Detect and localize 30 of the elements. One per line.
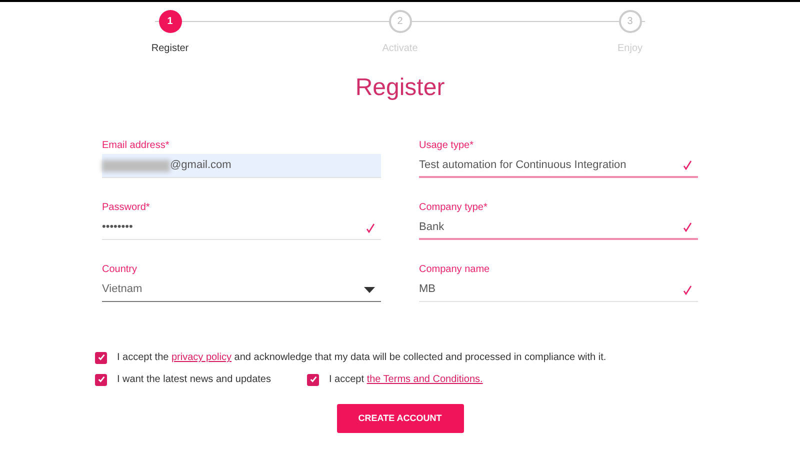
field-label: Usage type*: [419, 139, 474, 153]
dropdown-arrow-icon: [364, 286, 375, 292]
field-value: MB: [419, 282, 436, 298]
create-account-button[interactable]: CREATE ACCOUNT: [336, 404, 464, 433]
consent-text: I accept the privacy policy and acknowledge that my data will be collected and processed in compliance with it.: [117, 351, 606, 365]
checkbox[interactable]: [307, 374, 319, 386]
field-label: Company name: [419, 263, 491, 277]
checkbox[interactable]: [95, 352, 107, 364]
consent-link[interactable]: privacy policy: [171, 352, 232, 363]
step-label: Register: [151, 42, 189, 56]
checkbox[interactable]: [95, 374, 107, 386]
consent-text: I want the latest news and updates: [117, 373, 271, 387]
input-field[interactable]: ••••••••: [102, 216, 381, 240]
input-field[interactable]: Bank: [419, 216, 698, 240]
field-label: Password*: [102, 201, 151, 215]
field-value: Vietnam: [102, 282, 142, 298]
page-title: Register: [355, 76, 445, 100]
field-label: Company type*: [419, 201, 488, 215]
field-value: Bank: [419, 220, 444, 235]
field-label: Country: [102, 263, 138, 277]
input-field[interactable]: @gmail.com: [102, 154, 381, 178]
input-field[interactable]: Test automation for Continuous Integration: [419, 154, 698, 178]
input-field[interactable]: MB: [419, 278, 698, 302]
country-select[interactable]: Vietnam: [102, 278, 381, 302]
consent-text: I accept the Terms and Conditions.: [329, 373, 483, 387]
consent-link[interactable]: the Terms and Conditions.: [366, 374, 483, 385]
field-value: ••••••••: [102, 220, 133, 236]
field-value: @gmail.com: [170, 158, 232, 174]
field-value: Test automation for Continuous Integration: [419, 158, 626, 173]
field-label: Email address*: [102, 139, 170, 153]
